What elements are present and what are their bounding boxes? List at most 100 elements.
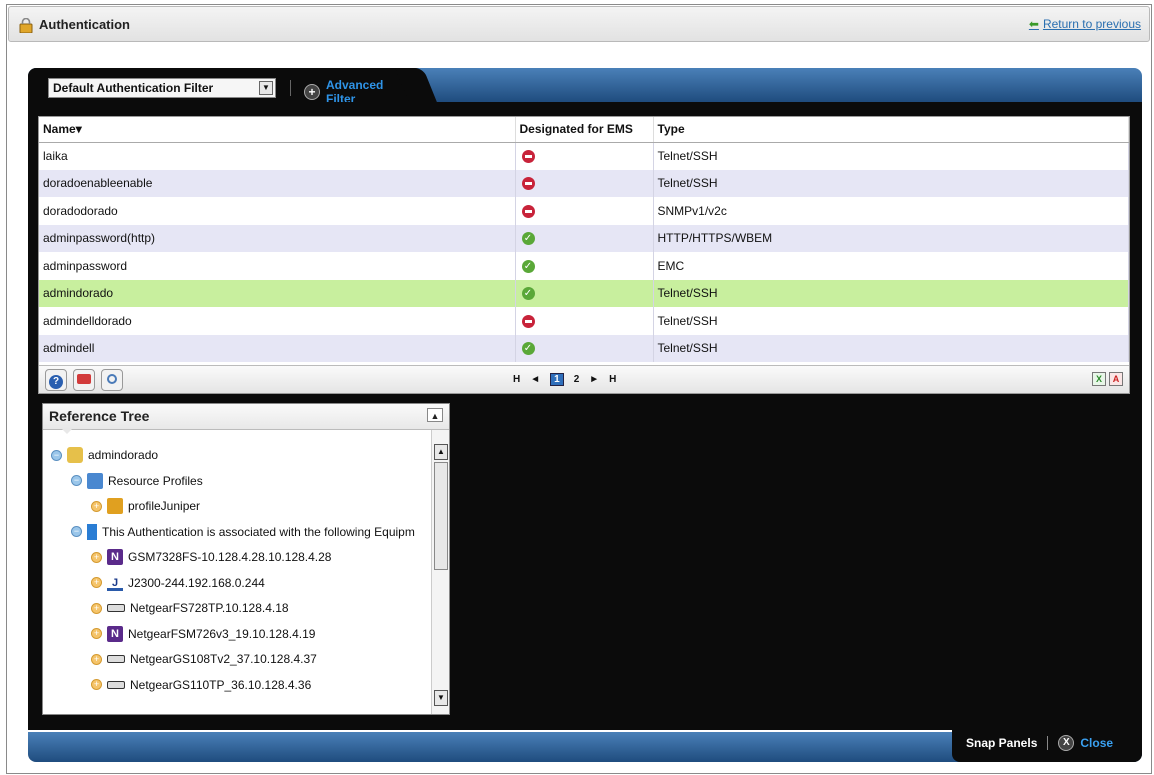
tree-node-label: NetgearGS108Tv2_37.10.128.4.37 [130,652,317,666]
table-row[interactable]: admindell ✓ Telnet/SSH [39,334,1129,362]
check-icon: ✓ [521,287,535,301]
no-entry-icon [521,204,535,218]
pagination: H ◄ 1 2 ► H [513,373,616,386]
collapse-panel-button[interactable]: ▲ [427,408,443,422]
expand-icon[interactable]: + [91,628,102,639]
profiles-icon [87,472,103,489]
column-header-name[interactable]: Name▾ [39,117,516,143]
check-icon: ✓ [521,232,535,246]
cell-name: admindell [39,334,516,362]
return-to-previous-link[interactable]: ⬅ Return to previous [1029,17,1141,31]
no-entry-icon [521,177,535,191]
cell-type: SNMPv1/v2c [653,197,1129,225]
book-icon [87,523,97,540]
scroll-thumb[interactable] [434,462,448,570]
pdf-export-icon[interactable]: A [1109,372,1123,386]
tree-node[interactable]: + N NetgearFSM726v3_19.10.128.4.19 [91,623,315,645]
search-icon [107,374,117,384]
chevron-down-icon[interactable]: ▼ [259,81,273,95]
expand-icon[interactable]: + [91,602,102,614]
check-icon: ✓ [521,259,535,273]
table-row[interactable]: laika Telnet/SSH [39,142,1129,170]
cell-ems: ✓ [515,334,654,362]
clear-filter-button[interactable] [73,369,95,391]
collapse-icon[interactable]: − [71,526,82,537]
collapse-icon[interactable]: − [51,449,62,461]
tree-node-label: NetgearFS728TP.10.128.4.18 [130,601,289,615]
tree-node-label: profileJuniper [128,499,201,513]
tree-node[interactable]: + profileJuniper [91,495,200,517]
tree-scrollbar[interactable]: ▲ ▼ [431,430,449,714]
first-page-button[interactable]: H [513,374,520,385]
tree-node[interactable]: + N GSM7328FS-10.128.4.28.10.128.4.28 [91,546,331,568]
tree-node-label: NetgearFSM726v3_19.10.128.4.19 [128,626,316,641]
tree-node-label: J2300-244.192.168.0.244 [128,575,265,590]
scroll-up-arrow[interactable]: ▲ [434,444,448,460]
page-1-button[interactable]: 1 [550,373,564,386]
device-icon [107,680,125,689]
snap-panels-bar: Snap Panels X Close [952,724,1142,762]
cell-name: admindorado [39,279,516,307]
cell-name: adminpassword [39,252,516,280]
divider [1047,736,1049,750]
device-icon [107,604,125,612]
tree-node[interactable]: + NetgearFS728TP.10.128.4.18 [91,597,289,619]
divider [290,80,291,96]
device-icon [107,655,125,663]
last-page-button[interactable]: H [609,374,616,385]
cell-name: admindelldorado [39,307,516,335]
column-header-type[interactable]: Type [653,117,1129,143]
tree-node[interactable]: − This Authentication is associated with … [71,521,415,543]
tree-node[interactable]: − admindorado [51,444,158,466]
excel-export-icon[interactable]: X [1092,372,1106,386]
table-row[interactable]: admindorado ✓ Telnet/SSH [39,279,1129,307]
filter-select[interactable]: Default Authentication Filter ▼ [48,78,276,98]
tree-node-label: GSM7328FS-10.128.4.28.10.128.4.28 [128,550,332,564]
close-label: Close [1080,736,1114,750]
previous-page-button[interactable]: ◄ [530,374,540,385]
table-row[interactable]: adminpassword(http) ✓ HTTP/HTTPS/WBEM [39,224,1129,252]
tree-node[interactable]: + NetgearGS108Tv2_37.10.128.4.37 [91,648,317,670]
snap-panels-button[interactable]: Snap Panels [966,736,1037,750]
cell-type: Telnet/SSH [653,169,1129,197]
table-row[interactable]: doradoenableenable Telnet/SSH [39,169,1129,197]
cell-ems: ✓ [515,252,654,280]
profile-icon [107,498,123,514]
page-2-button[interactable]: 2 [574,374,580,385]
search-button[interactable] [101,369,123,391]
tree-node-label: Resource Profiles [108,473,203,488]
plus-icon: + [304,84,320,100]
expand-icon[interactable]: + [91,551,102,563]
cell-type: Telnet/SSH [653,334,1129,362]
help-button[interactable]: ? [45,369,67,391]
expand-icon[interactable]: + [91,653,102,665]
reference-tree-header: Reference Tree ▲ [43,404,449,434]
tree-node[interactable]: + NetgearGS110TP_36.10.128.4.36 [91,674,311,696]
expand-icon[interactable]: + [91,577,102,588]
cell-ems [515,197,654,225]
filter-tab: Default Authentication Filter ▼ + Advanc… [28,68,416,106]
tree-node[interactable]: − Resource Profiles [71,470,203,492]
eraser-icon [77,374,91,384]
scroll-down-arrow[interactable]: ▼ [434,690,448,706]
return-link-label: Return to previous [1042,17,1141,31]
collapse-icon[interactable]: − [71,475,82,486]
expand-icon[interactable]: + [91,679,102,690]
cell-type: Telnet/SSH [653,142,1129,170]
reference-tree-title: Reference Tree [49,408,150,424]
column-header-ems[interactable]: Designated for EMS [515,117,654,143]
tree-node[interactable]: + J J2300-244.192.168.0.244 [91,572,265,594]
close-icon: X [1058,735,1075,751]
close-button[interactable]: X Close [1058,735,1113,751]
table-header-row: Name▾ Designated for EMS Type [39,117,1129,143]
table-row[interactable]: admindelldorado Telnet/SSH [39,307,1129,335]
cell-name: adminpassword(http) [39,224,516,252]
expand-icon[interactable]: + [91,500,102,512]
header-bar: Authentication ⬅ Return to previous [8,6,1150,42]
next-page-button[interactable]: ► [589,374,599,385]
cell-ems [515,307,654,335]
table-row[interactable]: adminpassword ✓ EMC [39,252,1129,280]
check-icon: ✓ [521,342,535,356]
table-row[interactable]: doradodorado SNMPv1/v2c [39,197,1129,225]
cell-ems: ✓ [515,279,654,307]
